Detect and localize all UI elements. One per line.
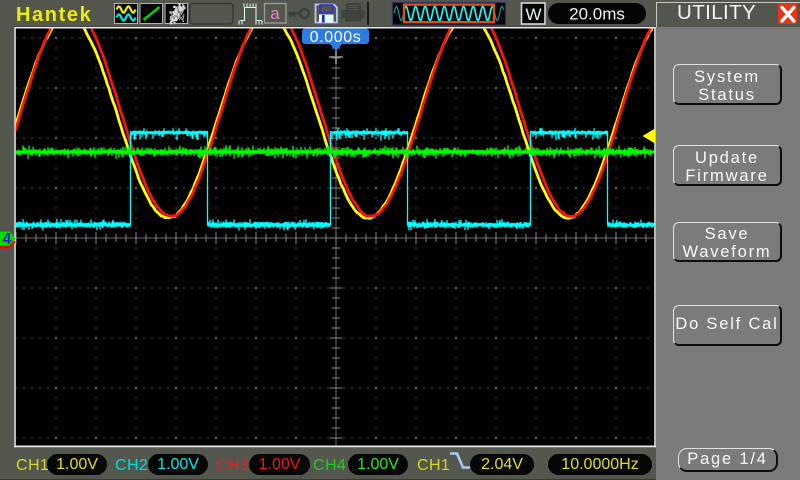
svg-text:4: 4 bbox=[3, 231, 12, 248]
svg-text:0.000s: 0.000s bbox=[310, 29, 362, 46]
